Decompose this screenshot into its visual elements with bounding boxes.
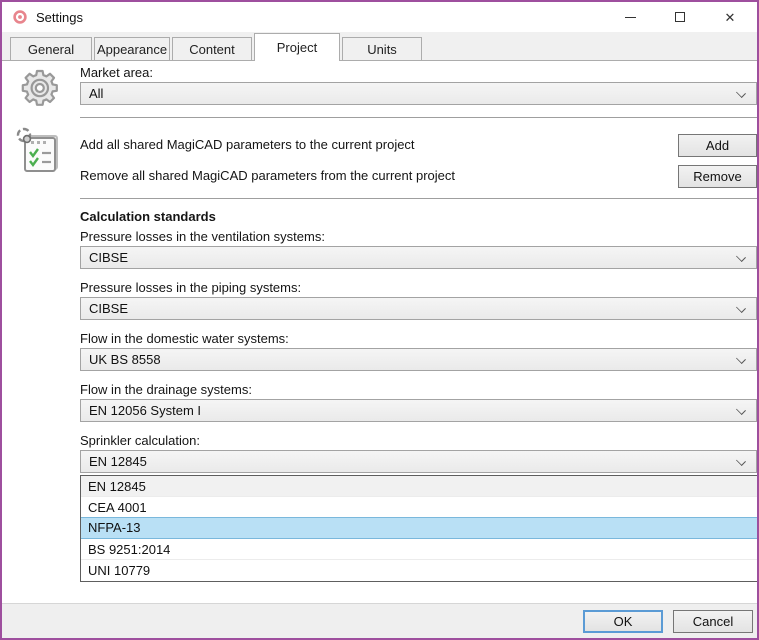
tab-units-label: Units [367, 42, 397, 57]
domestic-water-select[interactable]: UK BS 8558 [80, 348, 757, 371]
ventilation-pressure-label: Pressure losses in the ventilation syste… [80, 229, 325, 244]
tab-project[interactable]: Project [254, 33, 340, 61]
tab-general[interactable]: General [10, 37, 92, 60]
tab-general-label: General [28, 42, 74, 57]
sprinkler-calculation-label: Sprinkler calculation: [80, 433, 200, 448]
tab-appearance[interactable]: Appearance [94, 37, 170, 60]
market-area-value: All [89, 86, 103, 101]
chevron-down-icon [736, 303, 746, 313]
ventilation-pressure-select[interactable]: CIBSE [80, 246, 757, 269]
market-area-select[interactable]: All [80, 82, 757, 105]
option-en-12845[interactable]: EN 12845 [81, 476, 757, 497]
ventilation-pressure-value: CIBSE [89, 250, 128, 265]
separator [80, 117, 757, 118]
sprinkler-options-dropdown: EN 12845 CEA 4001 NFPA-13 BS 9251:2014 U… [80, 475, 758, 582]
close-button[interactable]: ✕ [705, 2, 755, 32]
option-nfpa-13[interactable]: NFPA-13 [81, 517, 757, 539]
tab-appearance-label: Appearance [97, 42, 167, 57]
calculation-standards-heading: Calculation standards [80, 209, 216, 224]
ok-button-label: OK [614, 614, 633, 629]
dialog-footer: OK Cancel [2, 603, 757, 638]
settings-dialog: Settings ✕ General Appearance Content Pr… [0, 0, 759, 640]
chevron-down-icon [736, 405, 746, 415]
maximize-button[interactable] [655, 2, 705, 32]
maximize-icon [675, 12, 685, 22]
piping-pressure-value: CIBSE [89, 301, 128, 316]
drainage-flow-label: Flow in the drainage systems: [80, 382, 252, 397]
titlebar: Settings ✕ [2, 2, 757, 32]
cancel-button-label: Cancel [693, 614, 733, 629]
magicad-logo-icon [12, 9, 28, 25]
drainage-flow-select[interactable]: EN 12056 System I [80, 399, 757, 422]
domestic-water-label: Flow in the domestic water systems: [80, 331, 289, 346]
parameter-checklist-icon [14, 127, 62, 177]
market-area-label: Market area: [80, 65, 153, 80]
tab-content[interactable]: Content [172, 37, 252, 60]
add-button-label: Add [706, 138, 729, 153]
domestic-water-value: UK BS 8558 [89, 352, 161, 367]
chevron-down-icon [736, 456, 746, 466]
tab-strip: General Appearance Content Project Units [2, 32, 757, 61]
remove-button-label: Remove [693, 169, 741, 184]
option-uni-10779[interactable]: UNI 10779 [81, 560, 757, 581]
chevron-down-icon [736, 354, 746, 364]
window-controls: ✕ [605, 2, 755, 32]
remove-params-text: Remove all shared MagiCAD parameters fro… [80, 168, 455, 183]
minimize-button[interactable] [605, 2, 655, 32]
option-cea-4001[interactable]: CEA 4001 [81, 497, 757, 518]
sprinkler-calculation-value: EN 12845 [89, 454, 147, 469]
close-icon: ✕ [725, 11, 736, 24]
add-params-text: Add all shared MagiCAD parameters to the… [80, 137, 415, 152]
separator [80, 198, 757, 199]
window-title: Settings [36, 10, 83, 25]
sprinkler-calculation-select[interactable]: EN 12845 [80, 450, 757, 473]
piping-pressure-label: Pressure losses in the piping systems: [80, 280, 301, 295]
minimize-icon [625, 17, 636, 18]
tab-project-label: Project [277, 40, 317, 55]
chevron-down-icon [736, 88, 746, 98]
add-button[interactable]: Add [678, 134, 757, 157]
tab-units[interactable]: Units [342, 37, 422, 60]
gear-icon [14, 64, 62, 112]
remove-button[interactable]: Remove [678, 165, 757, 188]
ok-button[interactable]: OK [583, 610, 663, 633]
chevron-down-icon [736, 252, 746, 262]
cancel-button[interactable]: Cancel [673, 610, 753, 633]
tab-content-label: Content [189, 42, 235, 57]
piping-pressure-select[interactable]: CIBSE [80, 297, 757, 320]
option-bs-9251-2014[interactable]: BS 9251:2014 [81, 539, 757, 560]
drainage-flow-value: EN 12056 System I [89, 403, 201, 418]
